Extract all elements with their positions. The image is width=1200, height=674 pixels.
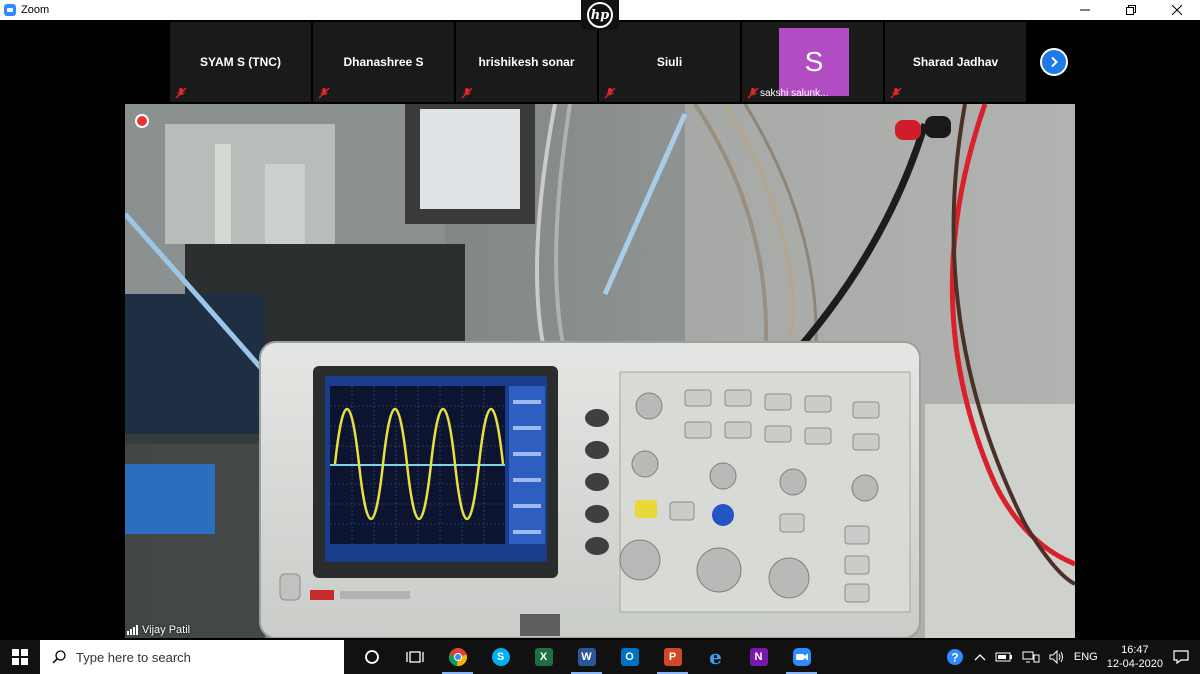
windows-taskbar: S X W O P e N ? xyxy=(0,640,1200,674)
help-icon[interactable]: ? xyxy=(945,647,965,667)
taskbar-search-input[interactable] xyxy=(76,649,316,665)
participant-name: hrishikesh sonar xyxy=(478,55,575,69)
muted-mic-icon xyxy=(604,87,616,99)
participant-name: sakshi salunk... xyxy=(760,88,829,99)
search-icon xyxy=(52,650,66,664)
powerpoint-button[interactable]: P xyxy=(651,640,694,674)
chrome-button[interactable] xyxy=(436,640,479,674)
hp-overlay-badge: hp xyxy=(581,0,619,30)
zoom-logo-icon xyxy=(4,4,16,16)
recording-indicator-icon xyxy=(135,114,149,128)
restore-button[interactable] xyxy=(1108,0,1154,20)
word-icon: W xyxy=(577,648,596,666)
muted-mic-icon xyxy=(461,87,473,99)
muted-mic-icon xyxy=(890,87,902,99)
next-participants-button[interactable] xyxy=(1040,48,1068,76)
hp-logo: hp xyxy=(587,2,613,28)
edge-button[interactable]: e xyxy=(694,640,737,674)
minimize-button[interactable] xyxy=(1062,0,1108,20)
active-speaker-video[interactable]: Vijay Patil xyxy=(125,104,1075,638)
window-title: Zoom xyxy=(21,4,50,16)
taskbar-clock[interactable]: 16:47 12-04-2020 xyxy=(1107,643,1163,671)
participant-tile[interactable]: SYAM S (TNC) xyxy=(170,22,311,102)
taskbar-pinned-apps: S X W O P e N xyxy=(350,640,823,674)
zoom-window: Zoom hp SYAM S (TNC) Dhanashree S hrishi xyxy=(0,0,1200,674)
minimize-icon xyxy=(1080,9,1090,11)
word-button[interactable]: W xyxy=(565,640,608,674)
muted-mic-icon xyxy=(747,87,759,99)
participant-strip: SYAM S (TNC) Dhanashree S hrishikesh son… xyxy=(170,22,1026,102)
start-button[interactable] xyxy=(0,640,40,674)
close-button[interactable] xyxy=(1154,0,1200,20)
volume-icon[interactable] xyxy=(1049,650,1065,664)
participant-avatar: S xyxy=(779,28,849,96)
svg-text:?: ? xyxy=(951,651,958,665)
excel-icon: X xyxy=(534,648,553,666)
close-icon xyxy=(1172,5,1182,15)
outlook-button[interactable]: O xyxy=(608,640,651,674)
muted-mic-icon xyxy=(318,87,330,99)
edge-icon: e xyxy=(709,645,722,669)
skype-button[interactable]: S xyxy=(479,640,522,674)
zoom-taskbar-button[interactable] xyxy=(780,640,823,674)
participant-name: Sharad Jadhav xyxy=(912,55,999,69)
participant-name: Dhanashree S xyxy=(343,55,424,69)
active-speaker-name: Vijay Patil xyxy=(142,624,191,636)
video-frame-image xyxy=(125,104,1075,638)
participant-tile[interactable]: Sharad Jadhav xyxy=(885,22,1026,102)
network-icon[interactable] xyxy=(1022,650,1040,664)
outlook-icon: O xyxy=(620,648,639,666)
clock-date: 12-04-2020 xyxy=(1106,658,1163,670)
participant-tile[interactable]: Dhanashree S xyxy=(313,22,454,102)
input-language-indicator[interactable]: ENG xyxy=(1074,651,1098,663)
cortana-button[interactable] xyxy=(350,640,393,674)
taskbar-search-box[interactable] xyxy=(40,640,344,674)
excel-button[interactable]: X xyxy=(522,640,565,674)
cortana-icon xyxy=(364,650,379,664)
participant-name: Siuli xyxy=(656,55,683,69)
chevron-up-icon[interactable] xyxy=(974,652,986,662)
participant-tile[interactable]: S sakshi salunk... xyxy=(742,22,883,102)
restore-icon xyxy=(1126,5,1136,15)
chevron-right-icon xyxy=(1051,56,1058,68)
chrome-icon xyxy=(448,648,467,667)
participant-tile[interactable]: hrishikesh sonar xyxy=(456,22,597,102)
system-tray: ? ENG 16:47 12-04-2020 xyxy=(945,640,1200,674)
skype-icon: S xyxy=(491,648,510,666)
battery-icon[interactable] xyxy=(995,651,1013,663)
powerpoint-icon: P xyxy=(663,648,682,666)
task-view-icon xyxy=(405,651,424,663)
task-view-button[interactable] xyxy=(393,640,436,674)
active-speaker-label: Vijay Patil xyxy=(127,624,190,636)
connection-strength-icon xyxy=(127,625,138,635)
notifications-icon[interactable] xyxy=(1172,649,1190,665)
clock-time: 16:47 xyxy=(1121,644,1149,656)
participant-tile[interactable]: Siuli xyxy=(599,22,740,102)
onenote-button[interactable]: N xyxy=(737,640,780,674)
onenote-icon: N xyxy=(749,648,768,666)
windows-logo-icon xyxy=(12,649,28,665)
participant-name: SYAM S (TNC) xyxy=(200,55,281,69)
zoom-icon xyxy=(792,648,811,666)
window-controls xyxy=(1062,0,1200,20)
muted-mic-icon xyxy=(175,87,187,99)
